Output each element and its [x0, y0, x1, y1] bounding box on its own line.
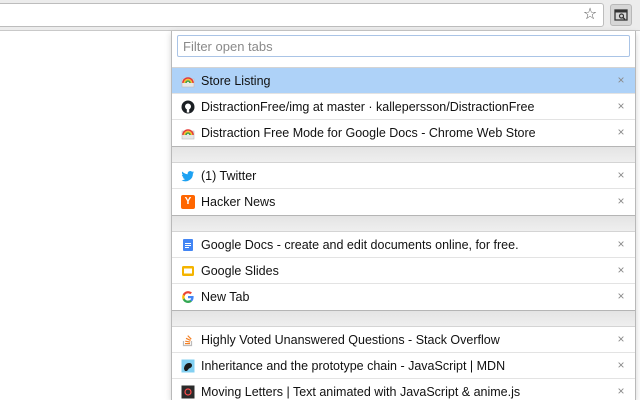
tab-row[interactable]: Distraction Free Mode for Google Docs - …	[172, 120, 635, 146]
tab-group: (1) Twitter × Y Hacker News ×	[172, 162, 635, 216]
tab-title: Store Listing	[201, 73, 271, 88]
google-slides-icon	[181, 264, 195, 278]
tab-search-icon	[614, 9, 628, 21]
tab-search-extension-button[interactable]	[610, 4, 632, 26]
tab-group: Highly Voted Unanswered Questions - Stac…	[172, 326, 635, 400]
tab-title: Google Docs - create and edit documents …	[201, 237, 519, 252]
close-tab-icon[interactable]: ×	[615, 195, 627, 207]
tab-row[interactable]: New Tab ×	[172, 284, 635, 310]
chrome-store-icon	[181, 126, 195, 140]
google-icon	[181, 290, 195, 304]
group-separator	[172, 311, 635, 326]
bookmark-star-icon[interactable]: ☆	[581, 6, 599, 24]
tab-row[interactable]: Google Docs - create and edit documents …	[172, 232, 635, 258]
tab-title: DistractionFree/img at master · kalleper…	[201, 99, 535, 114]
hacker-news-icon: Y	[181, 195, 195, 209]
close-tab-icon[interactable]: ×	[615, 126, 627, 138]
close-tab-icon[interactable]: ×	[615, 359, 627, 371]
address-bar[interactable]: ☆	[0, 3, 604, 27]
tab-title: Distraction Free Mode for Google Docs - …	[201, 126, 536, 140]
tab-groups: Store Listing × DistractionFree/img at mas…	[172, 67, 635, 400]
close-tab-icon[interactable]: ×	[615, 264, 627, 276]
close-tab-icon[interactable]: ×	[615, 100, 627, 112]
tab-row[interactable]: Store Listing ×	[172, 68, 635, 94]
tab-title: Hacker News	[201, 195, 276, 209]
tab-title: Inheritance and the prototype chain - Ja…	[201, 358, 506, 373]
close-tab-icon[interactable]: ×	[615, 238, 627, 250]
tab-title: (1) Twitter	[201, 168, 257, 183]
github-icon	[181, 100, 195, 114]
tab-row[interactable]: DistractionFree/img at master · kalleper…	[172, 94, 635, 120]
tab-row[interactable]: Google Slides ×	[172, 258, 635, 284]
tab-title: Google Slides	[201, 263, 279, 278]
close-tab-icon[interactable]: ×	[615, 333, 627, 345]
filter-tabs-input[interactable]	[177, 35, 630, 57]
group-separator	[172, 147, 635, 162]
anime-js-icon	[181, 385, 195, 399]
google-docs-icon	[181, 238, 195, 252]
tab-row[interactable]: Highly Voted Unanswered Questions - Stac…	[172, 327, 635, 353]
tab-title: Moving Letters | Text animated with Java…	[201, 385, 521, 399]
chrome-store-icon	[181, 74, 195, 88]
close-tab-icon[interactable]: ×	[615, 385, 627, 397]
filter-area	[172, 31, 635, 67]
tab-row[interactable]: Moving Letters | Text animated with Java…	[172, 379, 635, 400]
close-tab-icon[interactable]: ×	[615, 290, 627, 302]
close-tab-icon[interactable]: ×	[615, 74, 627, 86]
tab-row[interactable]: Y Hacker News ×	[172, 189, 635, 215]
browser-toolbar: ☆	[0, 0, 640, 31]
mdn-icon	[181, 359, 195, 373]
tab-row[interactable]: Inheritance and the prototype chain - Ja…	[172, 353, 635, 379]
tab-group: Store Listing × DistractionFree/img at mas…	[172, 67, 635, 147]
tab-title: Highly Voted Unanswered Questions - Stac…	[201, 332, 500, 347]
stack-overflow-icon	[181, 333, 195, 347]
group-separator	[172, 216, 635, 231]
tab-title: New Tab	[201, 290, 250, 304]
tab-filter-popup: Store Listing × DistractionFree/img at mas…	[171, 31, 636, 400]
close-tab-icon[interactable]: ×	[615, 169, 627, 181]
tab-group: Google Docs - create and edit documents …	[172, 231, 635, 311]
twitter-icon	[181, 169, 195, 183]
tab-row[interactable]: (1) Twitter ×	[172, 163, 635, 189]
